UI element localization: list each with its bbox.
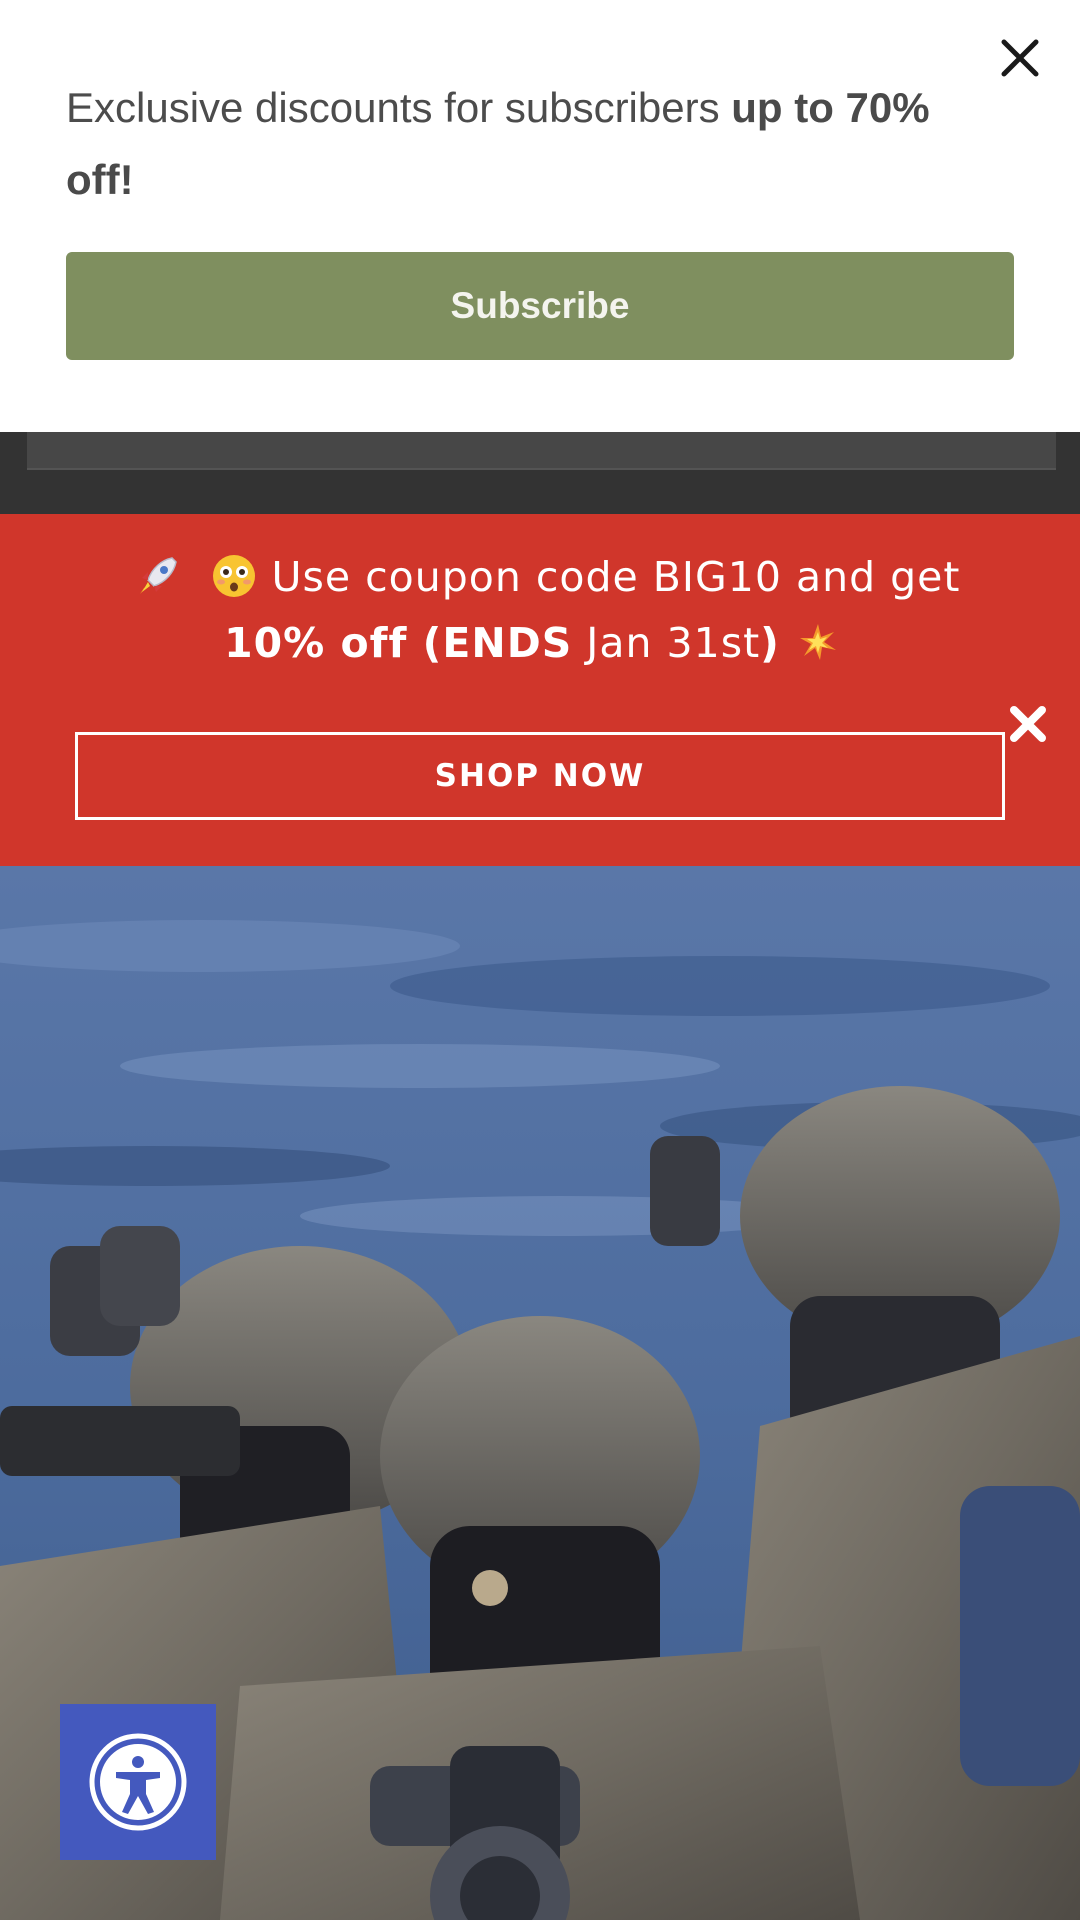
subscribe-popup: Exclusive discounts for subscribers up t…: [0, 0, 1080, 432]
promo-paren-close: ): [760, 619, 780, 667]
accessibility-icon: [89, 1733, 187, 1831]
sparkle-burst-icon: [794, 618, 842, 666]
subscribe-message: Exclusive discounts for subscribers up t…: [66, 72, 1006, 216]
search-bar[interactable]: [27, 432, 1056, 470]
subscribe-message-regular: Exclusive discounts for subscribers: [66, 84, 732, 131]
subscribe-button[interactable]: Subscribe: [66, 252, 1014, 360]
promo-ends-label: ENDS: [442, 619, 573, 667]
flushed-face-icon: [210, 552, 258, 600]
promo-line1: Use coupon code BIG10 and get: [271, 553, 961, 601]
promo-end-date: Jan 31st: [572, 619, 761, 667]
promo-message: Use coupon code BIG10 and get 10% off (EN…: [40, 544, 1040, 676]
close-icon[interactable]: [1006, 702, 1050, 746]
promo-discount-text: 10% off (: [224, 619, 443, 667]
accessibility-button[interactable]: [60, 1704, 216, 1860]
rocket-icon: [134, 552, 182, 600]
page: Exclusive discounts for subscribers up t…: [0, 0, 1080, 1920]
shop-now-button[interactable]: SHOP NOW: [75, 732, 1005, 820]
site-header: [0, 432, 1080, 514]
promo-banner: Use coupon code BIG10 and get 10% off (EN…: [0, 514, 1080, 866]
